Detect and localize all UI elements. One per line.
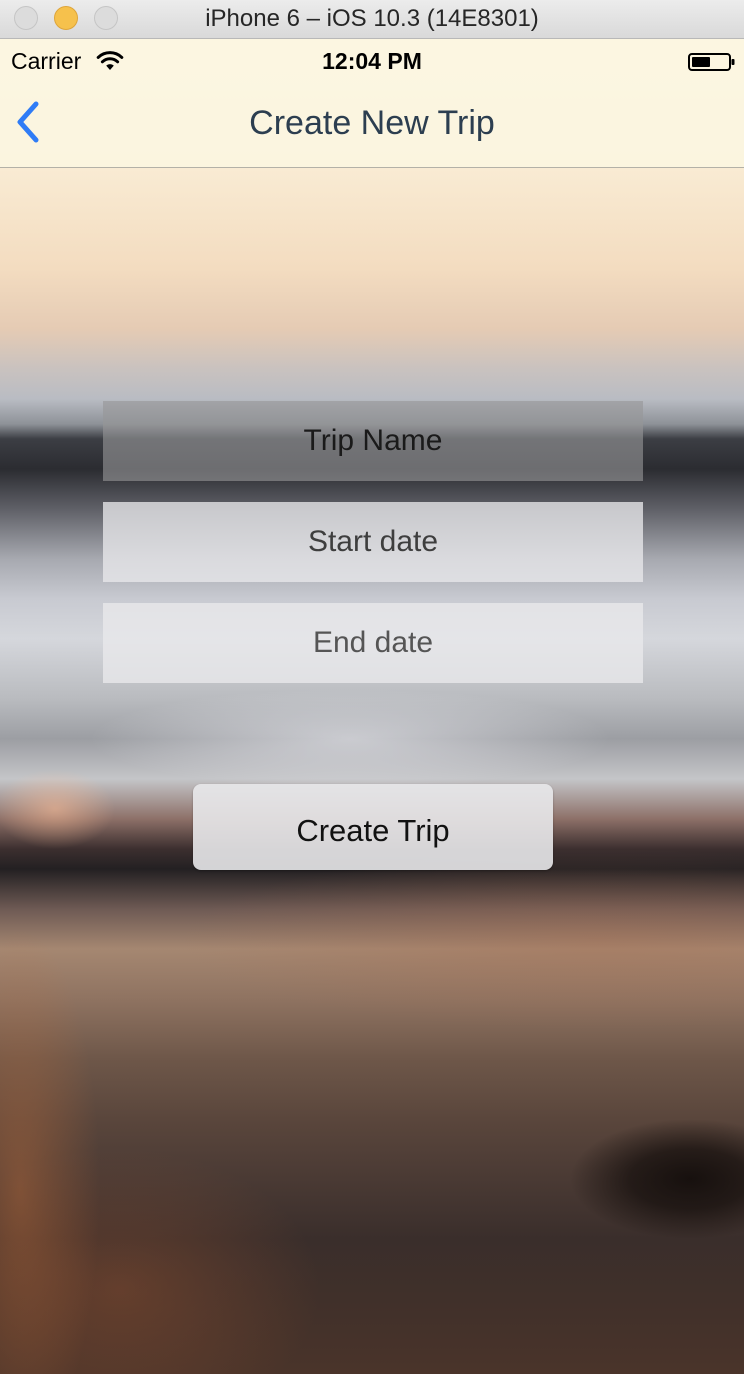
trip-name-field[interactable]: [103, 401, 643, 481]
create-trip-button-label: Create Trip: [296, 813, 450, 848]
status-time: 12:04 PM: [322, 48, 422, 74]
status-bar: Carrier 12:04 PM: [0, 39, 744, 81]
page-title: Create New Trip: [249, 104, 495, 142]
start-date-field[interactable]: [103, 502, 643, 582]
background-photo: [0, 39, 744, 1374]
battery-icon: [688, 53, 735, 71]
window-title: iPhone 6 – iOS 10.3 (14E8301): [205, 5, 539, 32]
simulator-window: iPhone 6 – iOS 10.3 (14E8301) Create New…: [0, 0, 744, 1374]
simulator-title-bar: iPhone 6 – iOS 10.3 (14E8301): [0, 0, 744, 39]
create-trip-button[interactable]: Create Trip: [193, 784, 553, 870]
end-date-field[interactable]: [103, 603, 643, 683]
